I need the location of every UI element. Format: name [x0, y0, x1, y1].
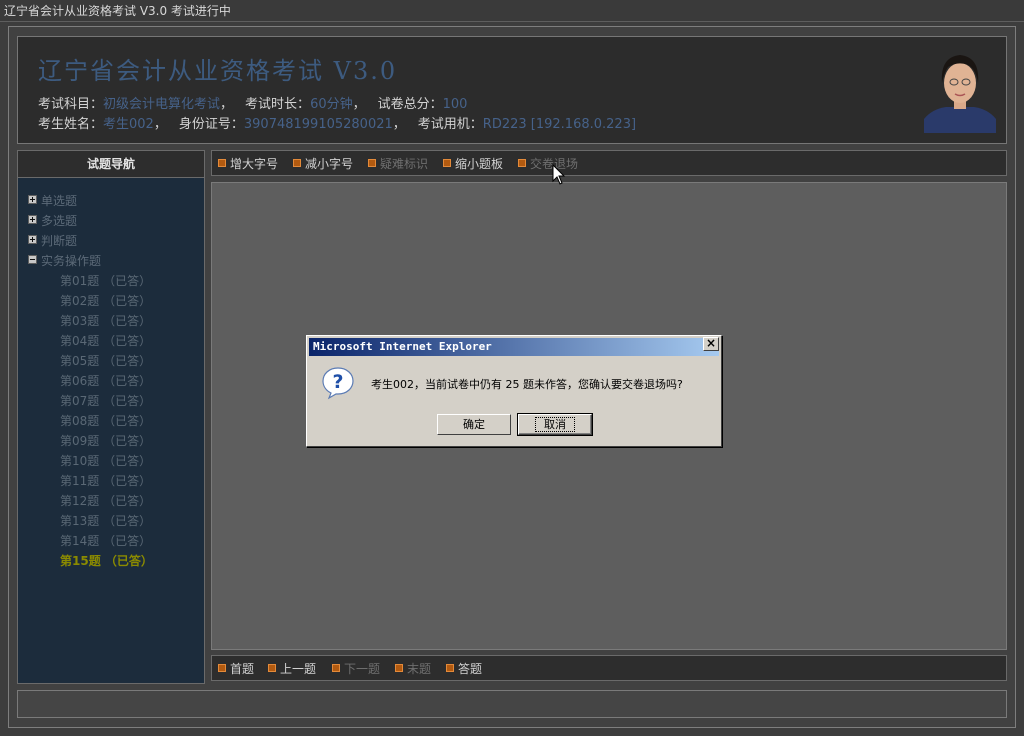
- confirm-dialog: Microsoft Internet Explorer × ? 考生002，当前…: [306, 335, 722, 447]
- shrink-font-button[interactable]: 减小字号: [293, 155, 353, 172]
- expand-icon[interactable]: [28, 215, 37, 224]
- ok-button[interactable]: 确定: [437, 414, 511, 435]
- bullet-icon: [268, 664, 276, 672]
- question-item[interactable]: 第03题 （已答）: [28, 311, 204, 331]
- bullet-icon: [218, 664, 226, 672]
- bullet-icon: [332, 664, 340, 672]
- name-value: 考生002: [103, 117, 154, 132]
- question-item[interactable]: 第04题 （已答）: [28, 331, 204, 351]
- candidate-photo: [924, 49, 996, 133]
- next-question-button[interactable]: 下一题: [332, 660, 380, 677]
- expand-icon[interactable]: [28, 235, 37, 244]
- question-tree: 单选题 多选题 判断题 实务操作题 第01题 （已答） 第02题 （已答） 第0…: [28, 191, 204, 571]
- question-navigator: 试题导航 单选题 多选题 判断题 实务操作题 第01题 （已答） 第02题 （已…: [17, 150, 205, 684]
- category-true-false[interactable]: 判断题: [28, 231, 204, 251]
- subject-label: 考试科目：: [38, 97, 104, 112]
- bullet-icon: [395, 664, 403, 672]
- total-value: 100: [442, 97, 468, 112]
- category-practical[interactable]: 实务操作题: [28, 251, 204, 271]
- bullet-icon: [368, 159, 376, 167]
- question-item[interactable]: 第14题 （已答）: [28, 531, 204, 551]
- dialog-message: 考生002，当前试卷中仍有 25 题未作答，您确认要交卷退场吗?: [371, 378, 683, 391]
- navigator-title: 试题导航: [18, 151, 204, 178]
- mark-difficult-button[interactable]: 疑难标识: [368, 155, 428, 172]
- status-bar: [17, 690, 1007, 718]
- question-item[interactable]: 第11题 （已答）: [28, 471, 204, 491]
- machine-label: 考试用机：: [417, 117, 483, 132]
- question-icon: ?: [321, 366, 355, 400]
- subject-value: 初级会计电算化考试: [103, 97, 221, 112]
- category-label: 多选题: [41, 214, 78, 228]
- submit-exit-button[interactable]: 交卷退场: [518, 155, 578, 172]
- question-item[interactable]: 第10题 （已答）: [28, 451, 204, 471]
- collapse-icon[interactable]: [28, 255, 37, 264]
- exam-header: 辽宁省会计从业资格考试 V3.0 考试科目：初级会计电算化考试， 考试时长：60分…: [17, 36, 1007, 144]
- question-item[interactable]: 第09题 （已答）: [28, 431, 204, 451]
- category-multi-choice[interactable]: 多选题: [28, 211, 204, 231]
- expand-icon[interactable]: [28, 195, 37, 204]
- bullet-icon: [218, 159, 226, 167]
- name-label: 考生姓名：: [38, 117, 104, 132]
- question-item[interactable]: 第05题 （已答）: [28, 351, 204, 371]
- first-question-button[interactable]: 首题: [218, 660, 254, 677]
- question-item-current[interactable]: 第15题 （已答）: [28, 551, 204, 571]
- close-icon[interactable]: ×: [703, 337, 719, 351]
- bullet-icon: [518, 159, 526, 167]
- mouse-cursor-icon: [552, 164, 566, 185]
- question-item[interactable]: 第12题 （已答）: [28, 491, 204, 511]
- id-value: 390748199105280021: [243, 117, 393, 132]
- category-label: 判断题: [41, 234, 78, 248]
- question-navbar: 首题 上一题 下一题 末题 答题: [211, 655, 1007, 681]
- bullet-icon: [446, 664, 454, 672]
- exam-info-line: 考试科目：初级会计电算化考试， 考试时长：60分钟， 试卷总分：100: [38, 97, 468, 112]
- question-item[interactable]: 第02题 （已答）: [28, 291, 204, 311]
- svg-text:?: ?: [332, 371, 343, 393]
- question-toolbar: 增大字号 减小字号 疑难标识 缩小题板 交卷退场: [211, 150, 1007, 176]
- answer-button[interactable]: 答题: [446, 660, 482, 677]
- category-single-choice[interactable]: 单选题: [28, 191, 204, 211]
- question-item[interactable]: 第07题 （已答）: [28, 391, 204, 411]
- category-label: 单选题: [41, 194, 78, 208]
- dialog-title: Microsoft Internet Explorer: [309, 338, 719, 356]
- bullet-icon: [293, 159, 301, 167]
- id-label: 身份证号：: [178, 117, 244, 132]
- question-item[interactable]: 第06题 （已答）: [28, 371, 204, 391]
- app-title: 辽宁省会计从业资格考试 V3.0: [38, 57, 398, 85]
- cancel-button[interactable]: 取消: [517, 413, 593, 436]
- last-question-button[interactable]: 末题: [395, 660, 431, 677]
- machine-value: RD223 [192.168.0.223]: [482, 117, 637, 132]
- bullet-icon: [443, 159, 451, 167]
- candidate-info-line: 考生姓名：考生002， 身份证号：390748199105280021， 考试用机：…: [38, 117, 637, 132]
- duration-label: 考试时长：: [245, 97, 311, 112]
- total-label: 试卷总分：: [377, 97, 443, 112]
- prev-question-button[interactable]: 上一题: [268, 660, 316, 677]
- question-item[interactable]: 第01题 （已答）: [28, 271, 204, 291]
- enlarge-font-button[interactable]: 增大字号: [218, 155, 278, 172]
- duration-value: 60分钟: [310, 97, 353, 112]
- category-label: 实务操作题: [41, 254, 102, 268]
- question-item[interactable]: 第13题 （已答）: [28, 511, 204, 531]
- window-title: 辽宁省会计从业资格考试 V3.0 考试进行中: [0, 0, 1024, 22]
- minimize-panel-button[interactable]: 缩小题板: [443, 155, 503, 172]
- question-item[interactable]: 第08题 （已答）: [28, 411, 204, 431]
